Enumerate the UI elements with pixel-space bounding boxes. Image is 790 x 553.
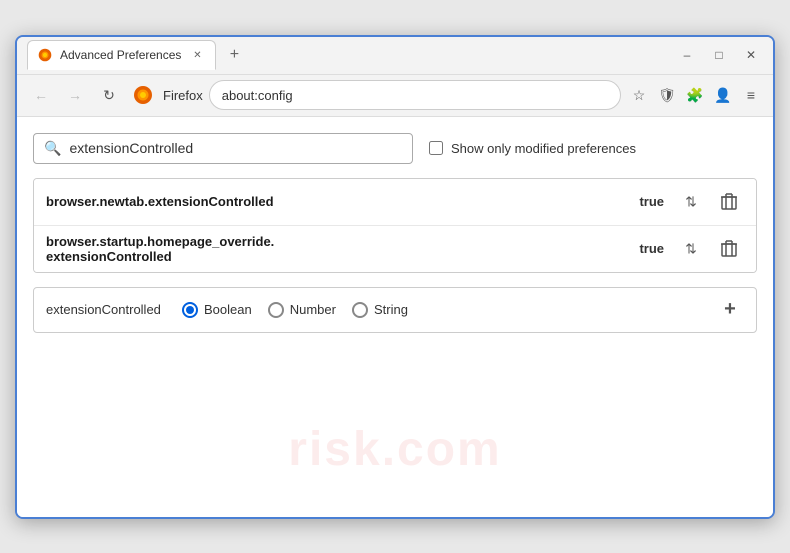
- tab-favicon: [38, 48, 52, 62]
- show-modified-checkbox[interactable]: [429, 141, 443, 155]
- search-input[interactable]: [69, 140, 402, 156]
- search-bar: 🔍 Show only modified preferences: [33, 133, 757, 164]
- new-pref-name: extensionControlled: [46, 302, 166, 317]
- type-string-option[interactable]: String: [352, 302, 408, 318]
- toolbar-icons: ☆ 🛡 🧩 👤 ≡: [627, 83, 763, 107]
- table-row[interactable]: browser.startup.homepage_override.extens…: [34, 226, 756, 272]
- search-icon: 🔍: [44, 140, 61, 157]
- window-close-button[interactable]: ✕: [739, 43, 763, 67]
- new-tab-button[interactable]: +: [222, 43, 246, 67]
- profile-icon[interactable]: 👤: [711, 83, 735, 107]
- add-preference-row: extensionControlled Boolean Number Strin…: [33, 287, 757, 333]
- tab-title: Advanced Preferences: [60, 48, 181, 62]
- maximize-button[interactable]: □: [707, 43, 731, 67]
- browser-label: Firefox: [163, 88, 203, 103]
- reset-button-1[interactable]: ⇄: [676, 187, 706, 217]
- title-bar: Advanced Preferences ✕ + – □ ✕: [17, 37, 773, 75]
- toolbar: ← → ↻ Firefox about:config ☆ 🛡 🧩 👤 ≡: [17, 75, 773, 117]
- boolean-radio-circle: [182, 302, 198, 318]
- menu-icon[interactable]: ≡: [739, 83, 763, 107]
- show-modified-label[interactable]: Show only modified preferences: [429, 141, 636, 156]
- string-label: String: [374, 302, 408, 317]
- content-area: 🔍 Show only modified preferences browser…: [17, 117, 773, 517]
- type-radio-group: Boolean Number String: [182, 302, 700, 318]
- pref-actions-2: ⇄: [676, 234, 744, 264]
- pref-name-1: browser.newtab.extensionControlled: [46, 194, 639, 209]
- forward-button[interactable]: →: [61, 81, 89, 109]
- pref-name-2: browser.startup.homepage_override.extens…: [46, 234, 639, 264]
- type-boolean-option[interactable]: Boolean: [182, 302, 252, 318]
- reset-button-2[interactable]: ⇄: [676, 234, 706, 264]
- tab-close-button[interactable]: ✕: [189, 47, 205, 63]
- address-text: about:config: [222, 88, 293, 103]
- bookmark-icon[interactable]: ☆: [627, 83, 651, 107]
- search-wrapper[interactable]: 🔍: [33, 133, 413, 164]
- preferences-table: browser.newtab.extensionControlled true …: [33, 178, 757, 273]
- address-bar[interactable]: about:config: [209, 80, 621, 110]
- reload-button[interactable]: ↻: [95, 81, 123, 109]
- pocket-icon[interactable]: 🛡: [655, 83, 679, 107]
- delete-button-2[interactable]: [714, 234, 744, 264]
- swap-icon-1: ⇄: [682, 196, 699, 208]
- minimize-button[interactable]: –: [675, 43, 699, 67]
- swap-icon-2: ⇄: [682, 243, 699, 255]
- number-label: Number: [290, 302, 336, 317]
- back-button[interactable]: ←: [27, 81, 55, 109]
- pref-actions-1: ⇄: [676, 187, 744, 217]
- window-controls: – □ ✕: [675, 43, 763, 67]
- firefox-logo: [133, 85, 153, 105]
- trash-icon-1: [721, 193, 737, 211]
- add-preference-button[interactable]: +: [716, 296, 744, 324]
- pref-value-2: true: [639, 241, 664, 256]
- pref-value-1: true: [639, 194, 664, 209]
- show-modified-text: Show only modified preferences: [451, 141, 636, 156]
- type-number-option[interactable]: Number: [268, 302, 336, 318]
- string-radio-circle: [352, 302, 368, 318]
- active-tab[interactable]: Advanced Preferences ✕: [27, 40, 216, 70]
- delete-button-1[interactable]: [714, 187, 744, 217]
- number-radio-circle: [268, 302, 284, 318]
- tab-bar: Advanced Preferences ✕ +: [27, 40, 675, 70]
- extension-icon[interactable]: 🧩: [683, 83, 707, 107]
- browser-window: Advanced Preferences ✕ + – □ ✕ ← → ↻ Fir…: [15, 35, 775, 519]
- trash-icon-2: [721, 240, 737, 258]
- table-row[interactable]: browser.newtab.extensionControlled true …: [34, 179, 756, 226]
- watermark: risk.com: [288, 422, 501, 477]
- boolean-label: Boolean: [204, 302, 252, 317]
